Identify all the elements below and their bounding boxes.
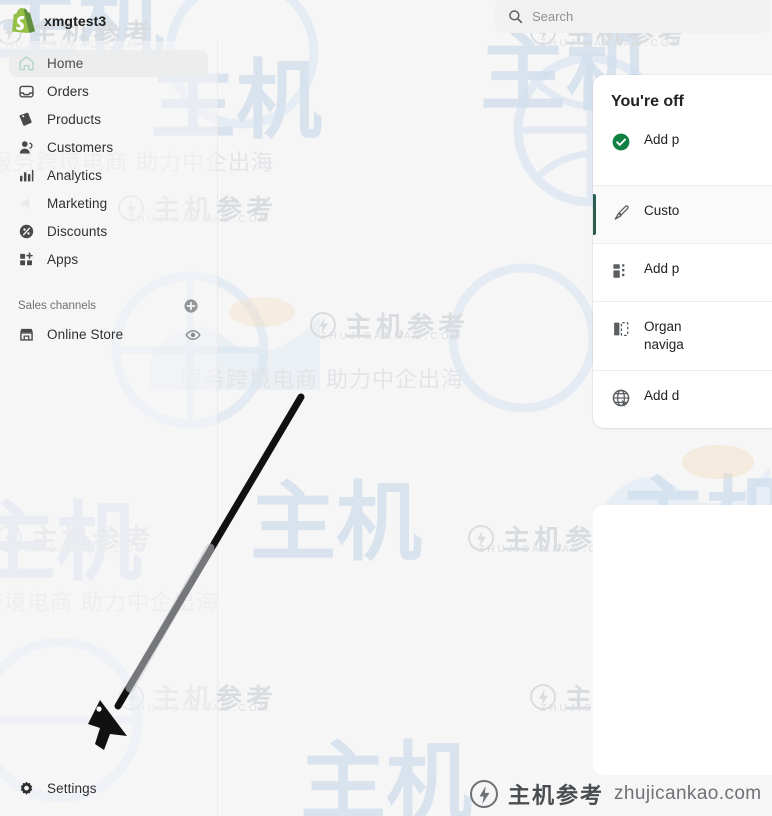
customers-icon — [19, 141, 33, 154]
sidebar-item-label: Marketing — [47, 196, 108, 211]
top-bar: xmgtest3 Search — [0, 0, 772, 41]
shopify-bag-icon — [12, 8, 35, 33]
watermark-slogan: 服务跨境电商 助力中企出海 — [180, 368, 464, 393]
setup-task-label-line2: naviga — [644, 337, 684, 352]
watermark-big-chars: 主机 — [300, 733, 472, 816]
app-window: 主机 主机 主机 主机 主机 主机 主机 — [0, 0, 772, 816]
sidebar-item-analytics[interactable]: Analytics — [9, 162, 208, 189]
storefront-icon — [20, 328, 33, 341]
sidebar-item-label: Analytics — [47, 168, 102, 183]
sidebar-item-online-store[interactable]: Online Store — [9, 321, 208, 348]
sidebar-item-marketing[interactable]: Marketing — [9, 190, 208, 217]
setup-task-label: Add d — [644, 388, 680, 403]
watermark-globe-shape — [448, 263, 598, 413]
sidebar-item-label: Settings — [47, 780, 97, 796]
search-input[interactable]: Search — [495, 0, 770, 33]
setup-task-customize-theme[interactable]: Custo — [593, 185, 772, 243]
watermark-logo-icon — [310, 311, 336, 338]
marketing-icon — [20, 198, 30, 209]
sidebar-item-apps[interactable]: Apps — [9, 246, 208, 273]
setup-guide-title: You're off — [611, 93, 684, 110]
bottom-watermark: 主机参考 zhujicankao.com — [470, 778, 762, 810]
sidebar-nav: Home Orders Products Customers Analytics… — [0, 41, 217, 348]
sidebar-item-orders[interactable]: Orders — [9, 78, 208, 105]
sidebar-item-customers[interactable]: Customers — [9, 134, 208, 161]
check-circle-filled-icon — [612, 133, 630, 151]
search-placeholder: Search — [532, 9, 574, 24]
sidebar: Home Orders Products Customers Analytics… — [0, 41, 218, 816]
setup-task-label: Add p — [644, 261, 680, 276]
home-icon — [19, 56, 34, 71]
watermark-brand-cn: 主机参考 — [345, 312, 469, 343]
orders-icon — [19, 85, 34, 98]
sidebar-item-label: Orders — [47, 84, 89, 99]
setup-task-label: Organ naviga — [644, 318, 684, 354]
watermark-logo-icon — [468, 524, 494, 551]
navigation-blocks-icon — [614, 321, 629, 337]
setup-task-label: Custo — [644, 203, 680, 218]
watermark-brand: 主机参考 — [310, 305, 469, 344]
sidebar-item-products[interactable]: Products — [9, 106, 208, 133]
search-icon — [509, 10, 523, 24]
sales-channels-title: Sales channels — [18, 300, 96, 312]
setup-task-organize-navigation[interactable]: Organ naviga — [593, 301, 772, 370]
setup-task-label: Add p — [644, 132, 680, 147]
sidebar-item-label: Apps — [47, 252, 79, 267]
sidebar-item-label: Home — [47, 56, 84, 71]
setup-task-add-page[interactable]: Add p — [593, 243, 772, 301]
setup-task-label-line1: Organ — [644, 319, 682, 334]
pages-layout-icon — [613, 264, 625, 278]
globe-icon — [612, 389, 630, 408]
plus-circle-icon[interactable] — [183, 298, 199, 314]
watermark-brand-en: ZHUJICANKAO.COM — [320, 331, 464, 342]
setup-guide-panel: You're off Add p Custo Add p Organ navig… — [593, 75, 772, 428]
sidebar-item-label: Customers — [47, 140, 114, 155]
eye-icon[interactable] — [185, 327, 201, 343]
setup-task-add-product[interactable]: Add p — [593, 127, 772, 185]
lower-content-panel — [593, 505, 772, 775]
sidebar-item-label: Online Store — [47, 327, 124, 342]
watermark-logo-icon — [530, 683, 556, 710]
sidebar-item-label: Products — [47, 112, 102, 127]
sidebar-item-label: Discounts — [47, 224, 108, 239]
sidebar-item-settings[interactable]: Settings — [0, 774, 218, 802]
apps-icon — [20, 252, 33, 266]
store-name: xmgtest3 — [44, 12, 107, 29]
paintbrush-icon — [614, 205, 629, 220]
setup-task-add-domain[interactable]: Add d — [593, 370, 772, 428]
watermark-big-chars: 主机 — [250, 473, 422, 573]
sales-channels-header: Sales channels — [9, 293, 208, 319]
discounts-icon — [19, 224, 34, 239]
watermark-brand-cn: 主机参考 — [508, 784, 605, 809]
sidebar-item-home[interactable]: Home — [9, 50, 208, 77]
products-icon — [19, 112, 32, 126]
store-brand[interactable]: xmgtest3 — [0, 8, 106, 33]
analytics-icon — [19, 169, 34, 182]
sidebar-item-discounts[interactable]: Discounts — [9, 218, 208, 245]
setup-guide-card: You're off Add p Custo Add p Organ navig… — [593, 75, 772, 428]
gear-icon — [20, 781, 33, 795]
watermark-logo-icon — [470, 780, 498, 808]
watermark-brand-url: zhujicankao.com — [614, 783, 762, 804]
